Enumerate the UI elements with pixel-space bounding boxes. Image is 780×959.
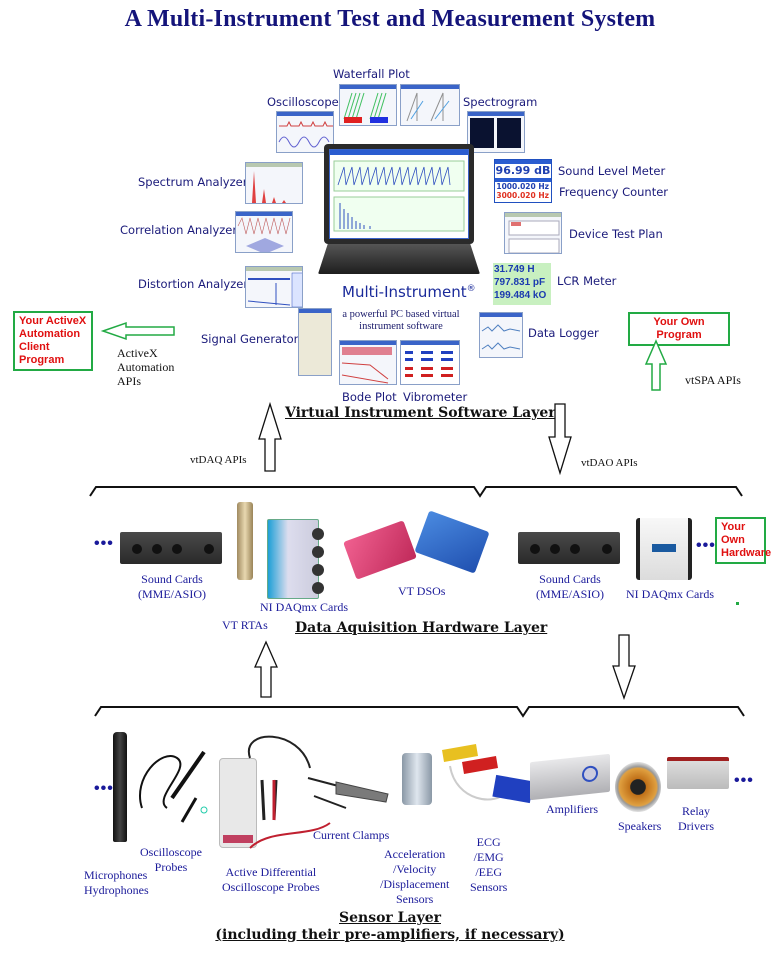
laptop-image	[318, 144, 480, 276]
vtspa-arrow-up-icon	[644, 339, 668, 391]
speaker-image	[615, 762, 661, 812]
sensor-to-hw-arrow-up-icon	[254, 640, 278, 698]
label-active-differential-probes: Active Differential Oscilloscope Probes	[222, 865, 320, 894]
vt-dso-blue-image	[414, 510, 490, 574]
label-correlation-analyzer: Correlation Analyzer	[120, 223, 238, 237]
label-ni-daqmx-cards-1: NI DAQmx Cards	[260, 600, 348, 614]
vt-dso-red-image	[343, 520, 417, 580]
label-oscilloscope-probes: Oscilloscope Probes	[140, 845, 202, 874]
ecg-sensor-image	[442, 744, 534, 804]
green-dot	[736, 602, 739, 605]
label-microphones: Microphones Hydrophones	[84, 868, 149, 897]
sensor-layer-heading: Sensor Layer (including their pre-amplif…	[215, 910, 565, 943]
activex-arrow-left-icon	[100, 321, 175, 341]
hardware-ellipsis-left: •••	[94, 535, 114, 552]
current-clamp-image	[307, 777, 389, 809]
label-oscilloscope: Oscilloscope	[267, 95, 339, 109]
vtdao-arrow-down-icon	[548, 403, 572, 476]
ni-daqmx-card-1-image	[267, 519, 324, 599]
label-relay-drivers: Relay Drivers	[678, 804, 714, 833]
microphone-image	[113, 732, 127, 842]
label-sound-cards-1: Sound Cards (MME/ASIO)	[138, 572, 206, 601]
label-acceleration-sensors: Acceleration /Velocity /Displacement Sen…	[380, 847, 450, 906]
label-spectrum-analyzer: Spectrum Analyzer	[138, 175, 248, 189]
label-current-clamps: Current Clamps	[313, 828, 390, 842]
ni-daqmx-usb-image	[636, 518, 692, 580]
product-tagline: a powerful PC based virtual instrument s…	[342, 309, 460, 332]
waterfall-thumbnail-2	[400, 84, 460, 126]
label-sound-cards-2: Sound Cards (MME/ASIO)	[536, 572, 604, 601]
product-logo: Multi-Instrument®	[342, 283, 476, 301]
label-lcr-meter: LCR Meter	[557, 274, 617, 288]
lcr-meter-readout: 31.749 H 797.831 pF 199.484 kO	[493, 263, 551, 305]
software-layer-heading: Virtual Instrument Software Layer	[285, 405, 556, 421]
label-distortion-analyzer: Distortion Analyzer	[138, 277, 249, 291]
vtspa-apis-label: vtSPA APIs	[685, 373, 741, 387]
vtdaq-apis-label: vtDAQ APIs	[190, 454, 247, 466]
label-amplifiers: Amplifiers	[546, 802, 598, 816]
device-test-plan-thumbnail	[504, 212, 562, 254]
label-vibrometer: Vibrometer	[403, 390, 468, 404]
sensor-ellipsis-right: •••	[734, 772, 754, 789]
vtdaq-arrow-up-icon	[258, 401, 282, 472]
sensor-ellipsis-left: •••	[94, 780, 114, 797]
relay-driver-image	[667, 757, 729, 789]
vtdao-apis-label: vtDAO APIs	[581, 457, 638, 469]
data-logger-thumbnail	[479, 312, 523, 358]
oscilloscope-probe-image	[139, 750, 208, 823]
sound-card-2-image	[518, 532, 620, 564]
label-speakers: Speakers	[618, 819, 662, 833]
activex-client-box: Your ActiveX Automation Client Program	[13, 311, 93, 371]
distortion-thumbnail	[245, 266, 303, 308]
waterfall-graphic-icon	[343, 92, 388, 123]
signal-generator-thumbnail	[298, 308, 332, 376]
label-device-test-plan: Device Test Plan	[569, 227, 663, 241]
own-hardware-box: Your Own Hardware	[715, 517, 771, 564]
activex-apis-label: ActiveX Automation APIs	[117, 346, 175, 388]
label-signal-generator: Signal Generator	[201, 332, 299, 346]
accelerometer-image	[402, 753, 432, 805]
hardware-brace	[89, 486, 743, 498]
hardware-ellipsis-right: •••	[696, 537, 716, 554]
sound-card-1-image	[120, 532, 222, 564]
label-frequency-counter: Frequency Counter	[559, 185, 669, 199]
label-vt-dsos: VT DSOs	[398, 584, 446, 598]
laptop-screen-graphic	[333, 160, 465, 232]
label-data-logger: Data Logger	[528, 326, 599, 340]
spectrum-thumbnail	[245, 162, 303, 204]
label-sound-level-meter: Sound Level Meter	[558, 164, 666, 178]
vt-rta-image	[237, 502, 253, 580]
sound-level-meter-readout: 96.99 dB 1000.020 Hz 3000.020 Hz	[494, 159, 552, 203]
amplifier-image	[530, 753, 610, 801]
hw-to-actuator-arrow-down-icon	[612, 634, 636, 700]
label-ni-daqmx-cards-2: NI DAQmx Cards	[626, 587, 714, 601]
label-vt-rtas: VT RTAs	[222, 618, 268, 632]
waterfall-thumbnail-1	[339, 84, 397, 126]
label-spectrogram: Spectrogram	[463, 95, 538, 109]
vibrometer-thumbnail	[400, 340, 460, 385]
label-bode-plot: Bode Plot	[342, 390, 397, 404]
hardware-layer-heading: Data Aquisition Hardware Layer	[295, 620, 548, 636]
correlation-thumbnail	[235, 211, 293, 253]
sensor-brace	[94, 706, 745, 718]
label-waterfall-plot: Waterfall Plot	[333, 67, 410, 81]
label-ecg-sensors: ECG /EMG /EEG Sensors	[470, 835, 508, 894]
own-program-box: Your Own Program	[628, 312, 730, 346]
bode-plot-thumbnail	[339, 340, 397, 385]
page-title: A Multi-Instrument Test and Measurement …	[124, 6, 656, 32]
